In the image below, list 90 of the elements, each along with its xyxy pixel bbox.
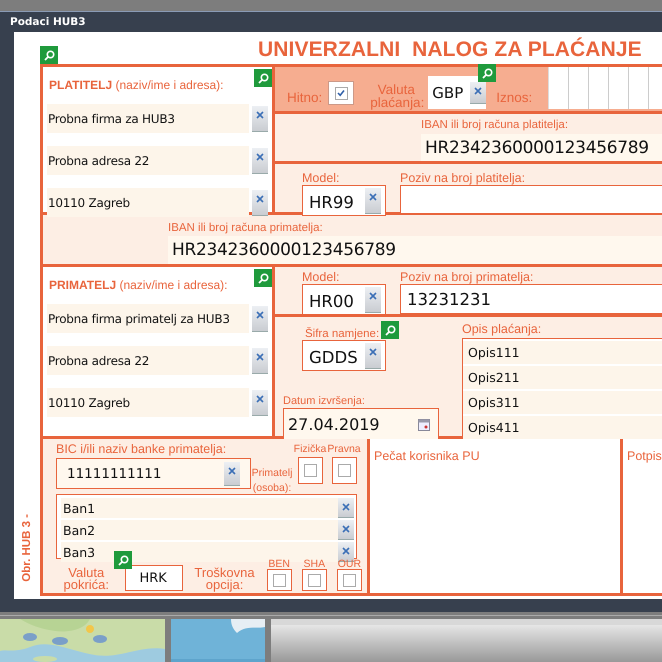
field-label: Datum izvršenja: [283,395,366,407]
close-icon [256,310,264,318]
form-code: Obr. HUB 3 - [21,514,33,582]
clear-button[interactable] [252,306,268,332]
clear-button[interactable] [338,498,354,518]
search-icon [482,68,493,78]
field-label: Valuta plaćanja: [370,83,422,109]
search-icon [258,72,268,84]
checkbox[interactable] [272,574,286,586]
search-button[interactable] [478,64,496,82]
field-label: Valuta pokrića: [62,567,110,591]
close-icon [256,152,264,160]
window-title: Podaci HUB3 [9,15,87,30]
close-icon [256,110,264,118]
text-field[interactable]: Opis311 [463,391,662,414]
clear-button[interactable] [252,348,268,374]
section-label: PLATITELJ (naziv/ime i adresa): [49,78,224,92]
field-label: Iznos: [496,90,532,105]
clear-button[interactable] [365,343,381,369]
clear-button[interactable] [252,390,268,416]
checkbox[interactable] [342,574,356,586]
clear-button[interactable] [470,82,486,104]
text-field[interactable] [400,185,662,214]
checkbox[interactable] [308,574,321,586]
close-icon [474,86,482,94]
close-icon [256,194,264,202]
clear-button[interactable] [252,190,268,216]
field-label: Primatelj (osoba): [251,466,293,496]
text-field[interactable]: Probna adresa 22 [47,146,249,175]
checkbox[interactable] [338,464,350,477]
amount-field[interactable] [548,67,662,109]
text-field[interactable]: Probna firma primatelj za HUB3 [47,304,249,333]
close-icon [369,193,377,201]
close-icon [342,503,350,511]
list-item[interactable]: Ban1 [61,500,96,516]
list-item[interactable]: Ban3 [61,544,96,560]
text-field[interactable]: Opis211 [463,366,662,389]
field-label: Hitno: [287,90,322,105]
text-field[interactable]: HR2342360000123456789 [168,236,662,264]
section-label: PRIMATELJ (naziv/ime i adresa): [49,278,228,292]
clear-button[interactable] [365,287,381,313]
field-label: Šifra namjene: [305,328,380,340]
check-icon [336,88,346,98]
search-icon [118,554,128,566]
field-label: BIC i/ili naziv banke primatelja: [56,443,228,456]
text-field[interactable]: Opis411 [463,416,662,439]
clear-button[interactable] [365,188,381,214]
list-item[interactable]: Ban2 [61,522,96,538]
clear-button[interactable] [252,148,268,174]
field-label: Opis plaćanja: [462,322,542,336]
search-button[interactable] [254,269,272,287]
text-field[interactable]: 13231231 [400,284,662,314]
field-label: IBAN ili broj računa platitelja: [421,119,570,131]
field-label: Pečat korisnika PU [374,449,480,463]
close-icon [342,547,350,555]
field-label: Pravna [327,443,361,455]
field-label: Potpis [627,449,662,463]
close-icon [369,292,377,300]
field-label: SHA [304,559,326,569]
field-label: IBAN ili broj računa primatelja: [168,222,324,234]
field-label: Fizička [294,443,326,455]
text-field[interactable]: 10110 Zagreb [47,388,249,417]
form-title: UNIVERZALNI NALOG ZA PLAĆANJE [258,38,642,62]
search-button[interactable] [254,69,272,87]
clear-button[interactable] [338,520,354,540]
search-button[interactable] [40,46,58,64]
field-label: Model: [302,270,341,284]
field-label: Poziv na broj platitelja: [400,171,526,185]
search-button[interactable] [381,321,400,339]
checkbox[interactable] [334,86,348,100]
field-label: Model: [302,171,341,185]
close-icon [342,525,350,533]
search-icon [44,50,54,60]
text-field[interactable]: HRK [124,565,184,591]
text-field[interactable]: HR2342360000123456789 [421,134,662,161]
close-icon [256,394,264,402]
close-icon [256,352,264,360]
text-field[interactable]: Probna adresa 22 [47,346,249,375]
close-icon [369,348,377,356]
field-label: BEN [268,559,290,569]
field-label: Troškovna opcija: [193,567,256,591]
clear-button[interactable] [252,106,268,132]
search-icon [384,324,396,336]
field-label: Poziv na broj primatelja: [400,270,534,284]
text-field[interactable]: Opis111 [463,341,662,364]
text-field[interactable]: 10110 Zagreb [47,188,249,217]
search-icon [258,272,268,284]
text-field[interactable]: Probna firma za HUB3 [47,104,249,133]
search-button[interactable] [114,551,132,569]
checkbox[interactable] [304,464,316,477]
